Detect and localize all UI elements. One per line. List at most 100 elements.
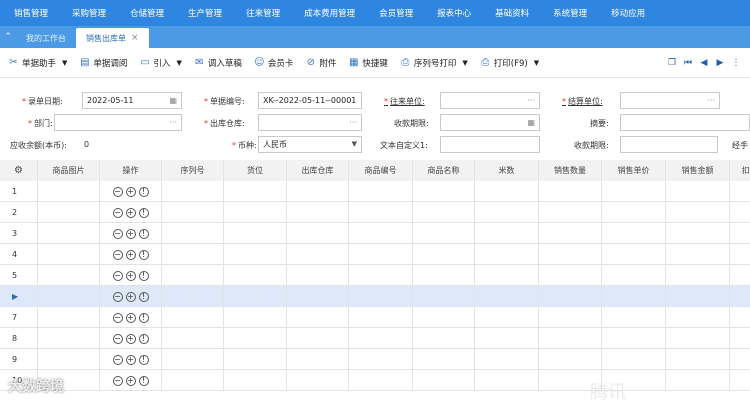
grid-cell[interactable] bbox=[539, 349, 602, 370]
partner-field[interactable]: ··· bbox=[440, 92, 540, 109]
grid-cell[interactable] bbox=[666, 370, 730, 391]
table-row[interactable]: 9 − +! bbox=[0, 349, 750, 370]
grid-cell[interactable] bbox=[475, 244, 539, 265]
grid-cell[interactable] bbox=[287, 286, 349, 307]
grid-cell[interactable] bbox=[349, 223, 413, 244]
date-field[interactable]: 2022-05-11 ▦ bbox=[82, 92, 182, 109]
chevron-up-icon[interactable]: ⌃ bbox=[0, 26, 16, 48]
calendar-icon[interactable]: ▦ bbox=[169, 93, 177, 108]
remove-row-icon[interactable]: − bbox=[112, 270, 123, 281]
top-menu-item[interactable]: 系统管理 bbox=[541, 7, 599, 19]
due-field[interactable]: ▦ bbox=[440, 114, 540, 131]
grid-cell[interactable] bbox=[349, 370, 413, 391]
grid-cell[interactable] bbox=[349, 286, 413, 307]
grid-cell[interactable] bbox=[666, 286, 730, 307]
grid-cell[interactable] bbox=[666, 223, 730, 244]
grid-cell[interactable] bbox=[666, 307, 730, 328]
grid-cell[interactable] bbox=[224, 244, 287, 265]
grid-cell[interactable] bbox=[602, 307, 666, 328]
grid-cell[interactable] bbox=[349, 349, 413, 370]
add-row-icon[interactable]: + bbox=[125, 207, 136, 218]
grid-cell[interactable] bbox=[539, 223, 602, 244]
grid-cell[interactable] bbox=[287, 370, 349, 391]
table-row[interactable]: 4 − +! bbox=[0, 244, 750, 265]
grid-cell[interactable] bbox=[38, 349, 100, 370]
grid-cell[interactable] bbox=[730, 328, 750, 349]
grid-cell[interactable] bbox=[162, 370, 224, 391]
grid-cell[interactable] bbox=[602, 202, 666, 223]
grid-cell[interactable] bbox=[224, 370, 287, 391]
tab-sales-outbound[interactable]: 销售出库单 × bbox=[76, 28, 149, 48]
info-icon[interactable]: ! bbox=[138, 333, 149, 344]
table-row[interactable]: 7 − +! bbox=[0, 307, 750, 328]
grid-cell[interactable] bbox=[475, 286, 539, 307]
add-row-icon[interactable]: + bbox=[125, 333, 136, 344]
info-icon[interactable]: ! bbox=[138, 186, 149, 197]
grid-cell[interactable] bbox=[602, 181, 666, 202]
grid-cell[interactable] bbox=[162, 202, 224, 223]
grid-cell[interactable] bbox=[602, 244, 666, 265]
table-row[interactable]: 3 − +! bbox=[0, 223, 750, 244]
grid-cell[interactable] bbox=[475, 307, 539, 328]
grid-cell[interactable] bbox=[539, 244, 602, 265]
grid-cell[interactable] bbox=[730, 349, 750, 370]
grid-cell[interactable] bbox=[475, 349, 539, 370]
grid-cell[interactable] bbox=[38, 181, 100, 202]
grid-cell[interactable] bbox=[730, 223, 750, 244]
grid-cell[interactable] bbox=[287, 349, 349, 370]
grid-cell[interactable] bbox=[413, 286, 475, 307]
import-button[interactable]: ▭ 引入 ▼ bbox=[139, 57, 182, 69]
top-menu-item[interactable]: 成本费用管理 bbox=[292, 7, 367, 19]
grid-cell[interactable] bbox=[413, 202, 475, 223]
grid-cell[interactable] bbox=[666, 328, 730, 349]
top-menu-item[interactable]: 仓储管理 bbox=[118, 7, 176, 19]
grid-cell[interactable] bbox=[413, 328, 475, 349]
remove-row-icon[interactable]: − bbox=[112, 354, 123, 365]
grid-cell[interactable] bbox=[602, 349, 666, 370]
grid-cell[interactable] bbox=[287, 307, 349, 328]
remove-row-icon[interactable]: − bbox=[112, 312, 123, 323]
info-icon[interactable]: ! bbox=[138, 312, 149, 323]
dept-field[interactable]: ··· bbox=[54, 114, 182, 131]
info-icon[interactable]: ! bbox=[138, 207, 149, 218]
docno-field[interactable]: XK--2022-05-11--00001 bbox=[258, 92, 362, 109]
remove-row-icon[interactable]: − bbox=[112, 186, 123, 197]
attachment-button[interactable]: ⊘ 附件 bbox=[305, 57, 337, 69]
grid-cell[interactable] bbox=[287, 202, 349, 223]
grid-cell[interactable] bbox=[224, 223, 287, 244]
load-draft-button[interactable]: ✉ 调入草稿 bbox=[194, 57, 242, 69]
grid-cell[interactable] bbox=[162, 244, 224, 265]
tab-workbench[interactable]: 我的工作台 bbox=[16, 28, 76, 48]
remove-row-icon[interactable]: − bbox=[112, 207, 123, 218]
grid-cell[interactable] bbox=[349, 307, 413, 328]
grid-cell[interactable] bbox=[730, 265, 750, 286]
grid-cell[interactable] bbox=[666, 349, 730, 370]
grid-cell[interactable] bbox=[666, 265, 730, 286]
add-row-icon[interactable]: + bbox=[125, 312, 136, 323]
member-card-button[interactable]: ☺ 会员卡 bbox=[254, 57, 293, 69]
remove-row-icon[interactable]: − bbox=[112, 375, 123, 386]
grid-cell[interactable] bbox=[666, 244, 730, 265]
grid-cell[interactable] bbox=[287, 265, 349, 286]
ellipsis-icon[interactable]: ··· bbox=[527, 93, 535, 108]
grid-cell[interactable] bbox=[475, 223, 539, 244]
top-menu-item[interactable]: 生产管理 bbox=[176, 7, 234, 19]
top-menu-item[interactable]: 基础资料 bbox=[483, 7, 541, 19]
table-row[interactable]: ▶ − +! bbox=[0, 286, 750, 307]
grid-cell[interactable] bbox=[666, 181, 730, 202]
grid-cell[interactable] bbox=[413, 181, 475, 202]
table-row[interactable]: 5 − +! bbox=[0, 265, 750, 286]
grid-cell[interactable] bbox=[287, 244, 349, 265]
table-row[interactable]: 8 − +! bbox=[0, 328, 750, 349]
grid-cell[interactable] bbox=[539, 265, 602, 286]
grid-cell[interactable] bbox=[475, 328, 539, 349]
grid-cell[interactable] bbox=[224, 181, 287, 202]
custom1-field[interactable] bbox=[440, 136, 540, 153]
gear-icon[interactable]: ⚙ bbox=[14, 165, 23, 176]
grid-cell[interactable] bbox=[162, 265, 224, 286]
grid-cell[interactable] bbox=[475, 202, 539, 223]
grid-cell[interactable] bbox=[413, 265, 475, 286]
grid-cell[interactable] bbox=[287, 223, 349, 244]
grid-cell[interactable] bbox=[666, 202, 730, 223]
grid-cell[interactable] bbox=[224, 349, 287, 370]
